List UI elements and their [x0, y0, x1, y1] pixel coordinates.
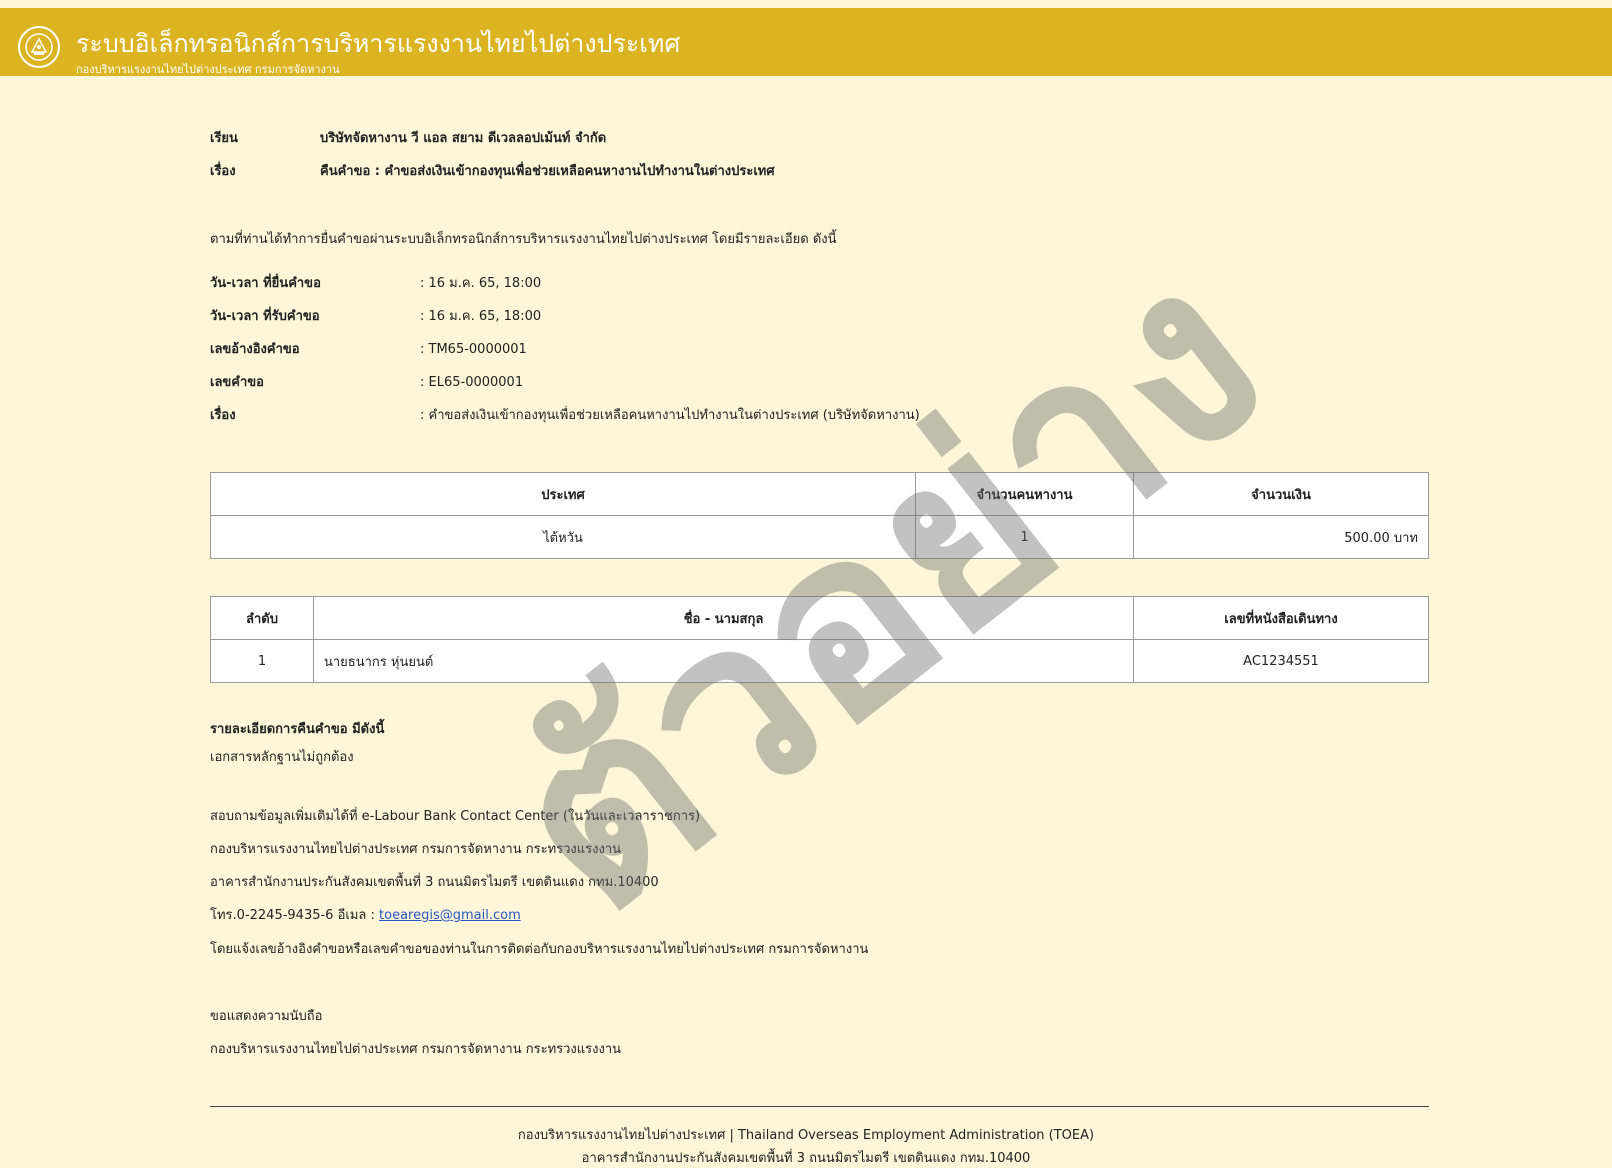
- table-header-row: ประเทศ จำนวนคนหางาน จำนวนเงิน: [210, 472, 1429, 516]
- info-value: : TM65-0000001: [420, 342, 527, 357]
- return-details-heading: รายละเอียดการคืนคำขอ มีดังนี้: [210, 722, 385, 737]
- app-subtitle: กองบริหารแรงงานไทยไปต่างประเทศ กรมการจัด…: [76, 63, 340, 76]
- column-header: ประเทศ: [210, 472, 916, 516]
- contact-line: อาคารสำนักงานประกันสังคมเขตพื้นที่ 3 ถนน…: [210, 875, 659, 890]
- to-value: บริษัทจัดหางาน วี แอล สยาม ดีเวลลอปเม้นท…: [320, 131, 607, 146]
- phone-text: โทร.0-2245-9435-6 อีเมล :: [210, 908, 380, 923]
- column-header: ลำดับ: [210, 596, 314, 640]
- info-label: เลขคำขอ: [210, 375, 264, 390]
- info-label: วัน-เวลา ที่รับคำขอ: [210, 309, 320, 324]
- contact-line: สอบถามข้อมูลเพิ่มเติมได้ที่ e-Labour Ban…: [210, 809, 701, 824]
- table-cell: 500.00 บาท: [1133, 515, 1429, 559]
- info-row: เรื่อง : คำขอส่งเงินเข้ากองทุนเพื่อช่วยเห…: [210, 404, 920, 425]
- info-row: วัน-เวลา ที่รับคำขอ : 16 ม.ค. 65, 18:00: [210, 305, 541, 326]
- column-header: เลขที่หนังสือเดินทาง: [1133, 596, 1429, 640]
- to-label: เรียน: [210, 131, 238, 146]
- closing-signature: กองบริหารแรงงานไทยไปต่างประเทศ กรมการจัด…: [210, 1042, 622, 1057]
- intro-text: ตามที่ท่านได้ทำการยื่นคำขอผ่านระบบอิเล็ก…: [210, 232, 837, 247]
- table-cell: 1: [210, 639, 314, 683]
- table-header-row: ลำดับ ชื่อ - นามสกุล เลขที่หนังสือเดินทา…: [210, 596, 1429, 640]
- email-link[interactable]: toearegis@gmail.com: [379, 908, 521, 923]
- return-details-text: เอกสารหลักฐานไม่ถูกต้อง: [210, 750, 354, 765]
- info-value: : 16 ม.ค. 65, 18:00: [420, 276, 542, 291]
- department-emblem-icon: [18, 26, 60, 68]
- info-row: เลขคำขอ : EL65-0000001: [210, 371, 523, 392]
- info-label: เลขอ้างอิงคำขอ: [210, 342, 300, 357]
- info-row: เลขอ้างอิงคำขอ : TM65-0000001: [210, 338, 527, 359]
- footer-divider: [210, 1106, 1429, 1107]
- column-header: จำนวนเงิน: [1133, 472, 1429, 516]
- table-cell: 1: [915, 515, 1134, 559]
- table-row: 1 นายธนากร หุ่นยนต์ AC1234551: [210, 639, 1429, 683]
- table-row: ไต้หวัน 1 500.00 บาท: [210, 515, 1429, 559]
- worker-table: ลำดับ ชื่อ - นามสกุล เลขที่หนังสือเดินทา…: [210, 596, 1429, 683]
- table-cell: นายธนากร หุ่นยนต์: [313, 639, 1134, 683]
- to-line: เรียน บริษัทจัดหางาน วี แอล สยาม ดีเวลลอป…: [210, 127, 606, 148]
- contact-phone-line: โทร.0-2245-9435-6 อีเมล : toearegis@gmai…: [210, 904, 521, 925]
- subject-label: เรื่อง: [210, 164, 236, 179]
- table-cell: AC1234551: [1133, 639, 1429, 683]
- subject-line: เรื่อง คืนคำขอ : คำขอส่งเงินเข้ากองทุนเพื…: [210, 160, 775, 181]
- closing-regards: ขอแสดงความนับถือ: [210, 1009, 323, 1024]
- contact-line: โดยแจ้งเลขอ้างอิงคำขอหรือเลขคำขอของท่านใ…: [210, 942, 869, 957]
- contact-line: กองบริหารแรงงานไทยไปต่างประเทศ กรมการจัด…: [210, 842, 622, 857]
- table-cell: ไต้หวัน: [210, 515, 916, 559]
- info-value: : EL65-0000001: [420, 375, 524, 390]
- column-header: จำนวนคนหางาน: [915, 472, 1134, 516]
- app-header: ระบบอิเล็กทรอนิกส์การบริหารแรงงานไทยไปต่…: [0, 8, 1612, 76]
- info-row: วัน-เวลา ที่ยื่นคำขอ : 16 ม.ค. 65, 18:00: [210, 272, 541, 293]
- info-label: เรื่อง: [210, 408, 236, 423]
- info-value: : 16 ม.ค. 65, 18:00: [420, 309, 542, 324]
- country-table: ประเทศ จำนวนคนหางาน จำนวนเงิน ไต้หวัน 1 …: [210, 472, 1429, 559]
- info-value: : คำขอส่งเงินเข้ากองทุนเพื่อช่วยเหลือคนห…: [420, 408, 920, 423]
- app-title: ระบบอิเล็กทรอนิกส์การบริหารแรงงานไทยไปต่…: [76, 29, 681, 58]
- info-label: วัน-เวลา ที่ยื่นคำขอ: [210, 276, 321, 291]
- subject-value: คืนคำขอ : คำขอส่งเงินเข้ากองทุนเพื่อช่วย…: [320, 164, 775, 179]
- column-header: ชื่อ - นามสกุล: [313, 596, 1134, 640]
- footer-line: กองบริหารแรงงานไทยไปต่างประเทศ | Thailan…: [517, 1128, 1095, 1143]
